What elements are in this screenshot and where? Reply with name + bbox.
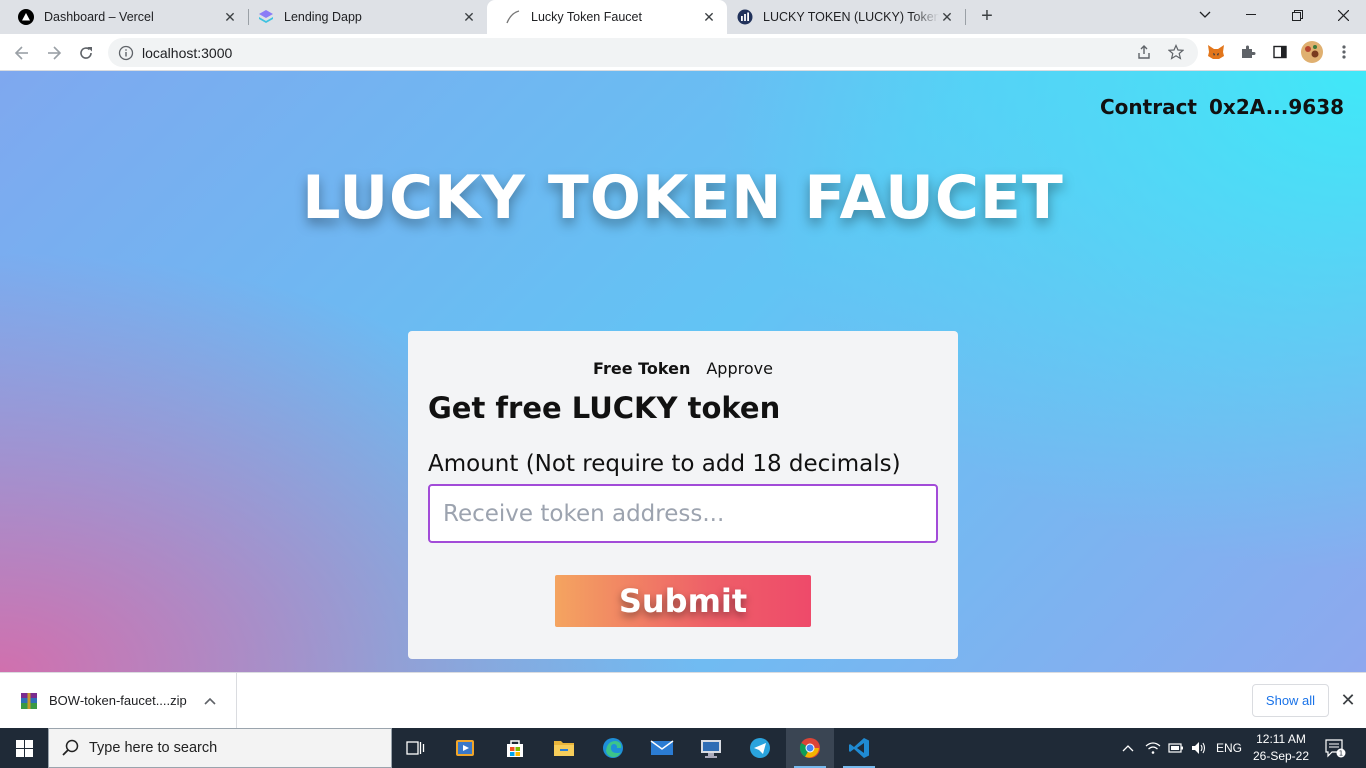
page-title: LUCKY TOKEN FAUCET — [302, 163, 1064, 233]
tab-title: Lucky Token Faucet — [531, 10, 642, 24]
browser-toolbar: localhost:3000 — [0, 34, 1366, 71]
close-icon[interactable]: ✕ — [1338, 689, 1358, 711]
address-bar[interactable]: localhost:3000 — [108, 38, 1198, 67]
profile-avatar-icon[interactable] — [1299, 39, 1325, 65]
edge-browser-icon[interactable] — [589, 728, 637, 768]
contract-address-link[interactable]: 0x2A...9638 — [1209, 95, 1344, 119]
vscode-icon[interactable] — [835, 728, 883, 768]
windows-taskbar: Type here to search ENG 12:11 AM 26-Sep-… — [0, 728, 1366, 768]
back-arrow-icon[interactable] — [9, 40, 35, 66]
tab-title: Lending Dapp — [284, 10, 362, 24]
restore-icon[interactable] — [1274, 0, 1320, 30]
receive-address-input[interactable] — [428, 484, 938, 543]
search-icon — [61, 738, 81, 758]
tab-lending-dapp[interactable]: Lending Dapp ✕ — [240, 0, 487, 34]
info-icon[interactable] — [118, 45, 134, 61]
notification-center-icon[interactable]: 1 — [1320, 728, 1350, 768]
clock-date: 26-Sep-22 — [1252, 749, 1310, 763]
windows-start-icon[interactable] — [0, 728, 48, 768]
tab-free-token[interactable]: Free Token — [593, 359, 690, 378]
volume-icon[interactable] — [1189, 728, 1209, 768]
browser-tabstrip: Dashboard – Vercel ✕ Lending Dapp ✕ Luck… — [0, 0, 1366, 34]
close-icon[interactable]: ✕ — [701, 9, 717, 25]
winrar-archive-icon — [20, 692, 38, 710]
download-item[interactable]: BOW-token-faucet....zip — [0, 673, 237, 728]
download-file-name: BOW-token-faucet....zip — [49, 693, 187, 708]
bscscan-icon — [737, 9, 753, 25]
taskbar-clock[interactable]: 12:11 AM 26-Sep-22 — [1246, 731, 1316, 765]
show-all-button[interactable]: Show all — [1252, 684, 1329, 717]
media-player-icon[interactable] — [441, 728, 489, 768]
bookmark-star-icon[interactable] — [1163, 39, 1189, 65]
download-bar: BOW-token-faucet....zip Show all ✕ — [0, 672, 1366, 728]
file-explorer-icon[interactable] — [540, 728, 588, 768]
minimize-icon[interactable] — [1228, 0, 1274, 30]
tab-approve[interactable]: Approve — [706, 359, 773, 378]
mail-icon[interactable] — [638, 728, 686, 768]
wifi-icon[interactable] — [1143, 728, 1163, 768]
taskbar-search-placeholder: Type here to search — [89, 740, 218, 756]
page-content: Contract 0x2A...9638 LUCKY TOKEN FAUCET … — [0, 71, 1366, 672]
url-text: localhost:3000 — [142, 44, 233, 61]
share-icon[interactable] — [1131, 39, 1157, 65]
taskbar-search-box[interactable]: Type here to search — [48, 728, 392, 768]
tab-divider — [965, 9, 966, 25]
tab-vercel[interactable]: Dashboard – Vercel ✕ — [0, 0, 248, 34]
submit-button[interactable]: Submit — [555, 575, 811, 627]
chevron-up-icon[interactable] — [200, 691, 220, 711]
card-heading: Get free LUCKY token — [428, 391, 781, 425]
faucet-card: Free Token Approve Get free LUCKY token … — [408, 331, 958, 659]
task-view-icon[interactable] — [392, 728, 440, 768]
amount-label: Amount (Not require to add 18 decimals) — [428, 451, 901, 477]
extensions-puzzle-icon[interactable] — [1235, 39, 1261, 65]
metamask-fox-icon[interactable] — [1203, 39, 1229, 65]
reload-icon[interactable] — [73, 40, 99, 66]
tab-lucky-token-faucet[interactable]: Lucky Token Faucet ✕ — [487, 0, 727, 34]
tab-title: LUCKY TOKEN (LUCKY) Token Tra — [763, 10, 939, 24]
remote-desktop-icon[interactable] — [687, 728, 735, 768]
chrome-menu-icon[interactable] — [1331, 39, 1357, 65]
vercel-icon — [18, 9, 34, 25]
language-indicator[interactable]: ENG — [1213, 728, 1245, 768]
contract-label: Contract — [1100, 95, 1197, 119]
store-icon[interactable] — [491, 728, 539, 768]
forward-arrow-icon[interactable] — [41, 40, 67, 66]
tray-chevron-up-icon[interactable] — [1118, 728, 1138, 768]
clock-time: 12:11 AM — [1256, 732, 1306, 746]
close-window-icon[interactable] — [1320, 0, 1366, 30]
loading-icon — [505, 9, 521, 25]
new-tab-button[interactable]: + — [975, 5, 999, 29]
tab-title: Dashboard – Vercel — [44, 10, 154, 24]
side-panel-icon[interactable] — [1267, 39, 1293, 65]
telegram-icon[interactable] — [736, 728, 784, 768]
battery-icon[interactable] — [1166, 728, 1186, 768]
close-icon[interactable]: ✕ — [222, 9, 238, 25]
card-tabs: Free Token Approve — [408, 359, 958, 378]
close-icon[interactable]: ✕ — [939, 9, 955, 25]
chrome-taskbar-icon[interactable] — [786, 728, 834, 768]
tab-search-chevron-icon[interactable] — [1182, 0, 1228, 30]
layers-icon — [258, 9, 274, 25]
notification-count: 1 — [1339, 750, 1343, 758]
tab-bscscan[interactable]: LUCKY TOKEN (LUCKY) Token Tra ✕ — [719, 0, 965, 34]
close-icon[interactable]: ✕ — [461, 9, 477, 25]
